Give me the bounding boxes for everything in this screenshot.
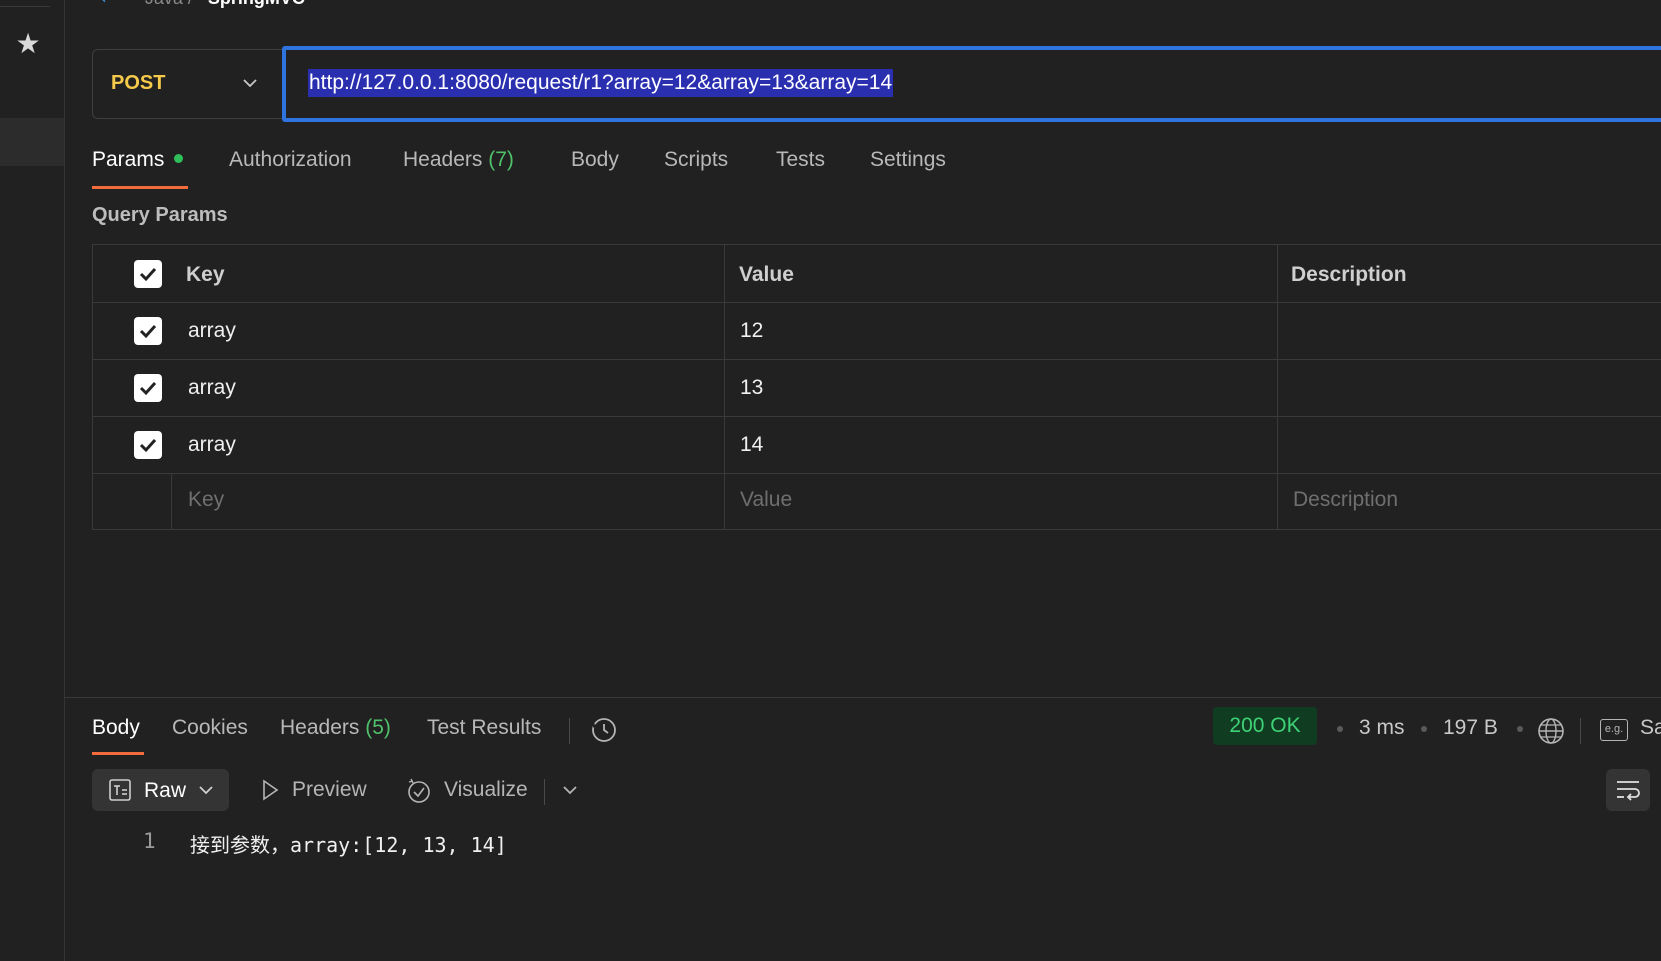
wrap-lines-button[interactable]: [1606, 769, 1650, 811]
globe-icon[interactable]: [1536, 716, 1566, 746]
param-key[interactable]: array: [188, 376, 236, 400]
url-text: http://127.0.0.1:8080/request/r1?array=1…: [308, 69, 894, 97]
save-example-icon[interactable]: e.g.: [1600, 719, 1628, 741]
column-divider: [171, 474, 172, 530]
response-divider: [64, 697, 1661, 698]
toolbar-separator: [1580, 718, 1581, 744]
wrap-lines-icon: [1617, 781, 1640, 801]
visualize-icon[interactable]: [405, 776, 433, 804]
checkmark-icon: [139, 381, 157, 396]
sidebar-active-item[interactable]: [0, 118, 64, 166]
new-value-input[interactable]: Value: [740, 488, 792, 512]
toolbar-separator: [544, 779, 545, 805]
response-tab-test-results[interactable]: Test Results: [427, 716, 541, 740]
breadcrumb: ⟵ Java / SpringMVC: [100, 0, 305, 8]
preview-button[interactable]: Preview: [292, 778, 367, 802]
sidebar-divider: [0, 0, 50, 7]
raw-text-icon: [109, 779, 131, 801]
meta-separator-dot: [1517, 726, 1523, 732]
method-select[interactable]: POST: [92, 49, 282, 119]
response-size[interactable]: 197 B: [1443, 716, 1498, 740]
response-tab-headers-count: (5): [365, 716, 391, 739]
table-divider: [92, 473, 1661, 474]
view-mode-select[interactable]: Raw: [92, 769, 229, 811]
column-divider: [724, 244, 725, 530]
row-checkbox[interactable]: [134, 317, 162, 345]
status-badge[interactable]: 200 OK: [1213, 707, 1317, 745]
checkmark-icon: [139, 324, 157, 339]
param-value[interactable]: 12: [740, 319, 763, 343]
breadcrumb-current[interactable]: SpringMVC: [208, 0, 305, 8]
play-icon[interactable]: [258, 778, 282, 802]
tab-authorization[interactable]: Authorization: [229, 148, 352, 172]
toolbar-separator: [569, 718, 570, 744]
response-body-text[interactable]: 接到参数，array:[12, 13, 14]: [190, 829, 507, 858]
meta-separator-dot: [1421, 726, 1427, 732]
meta-separator-dot: [1337, 726, 1343, 732]
save-response-button[interactable]: Sa: [1640, 716, 1661, 740]
row-checkbox[interactable]: [134, 374, 162, 402]
history-icon[interactable]: [590, 716, 618, 744]
chevron-down-icon: [243, 79, 257, 88]
active-tab-indicator: [92, 186, 188, 189]
tab-headers-count: (7): [488, 148, 514, 171]
visualize-button[interactable]: Visualize: [444, 778, 528, 802]
line-number: 1: [143, 829, 156, 853]
response-tab-headers[interactable]: Headers (5): [280, 716, 391, 740]
back-arrow-icon[interactable]: ⟵: [100, 0, 126, 8]
response-time[interactable]: 3 ms: [1359, 716, 1405, 740]
url-input[interactable]: http://127.0.0.1:8080/request/r1?array=1…: [282, 46, 1661, 122]
tab-params[interactable]: Params: [92, 148, 184, 172]
param-value[interactable]: 14: [740, 433, 763, 457]
param-key[interactable]: array: [188, 319, 236, 343]
tab-params-label: Params: [92, 148, 165, 171]
method-label: POST: [111, 72, 166, 94]
new-description-input[interactable]: Description: [1293, 488, 1398, 512]
chevron-down-icon: [199, 786, 213, 795]
row-checkbox[interactable]: [134, 431, 162, 459]
param-key[interactable]: array: [188, 433, 236, 457]
new-key-input[interactable]: Key: [188, 488, 224, 512]
param-value[interactable]: 13: [740, 376, 763, 400]
table-divider: [92, 529, 1661, 530]
table-divider: [92, 359, 1661, 360]
view-mode-label: Raw: [144, 779, 187, 802]
params-table: [92, 244, 1661, 530]
column-header-key: Key: [186, 263, 225, 286]
response-tab-body[interactable]: Body: [92, 716, 140, 740]
tab-tests[interactable]: Tests: [776, 148, 825, 172]
tab-settings[interactable]: Settings: [870, 148, 946, 172]
tab-body[interactable]: Body: [571, 148, 619, 172]
params-active-dot: [174, 153, 184, 163]
column-header-description: Description: [1291, 263, 1407, 286]
checkmark-icon: [139, 267, 157, 282]
column-divider: [1277, 244, 1278, 530]
breadcrumb-separator: /: [188, 0, 193, 8]
star-icon[interactable]: ★: [14, 30, 42, 58]
query-params-title: Query Params: [92, 204, 228, 226]
response-tab-headers-label: Headers: [280, 716, 360, 739]
tab-headers[interactable]: Headers (7): [403, 148, 514, 172]
select-all-checkbox[interactable]: [134, 260, 162, 288]
active-response-tab-indicator: [92, 752, 144, 755]
tab-scripts[interactable]: Scripts: [664, 148, 728, 172]
response-tab-cookies[interactable]: Cookies: [172, 716, 248, 740]
tab-headers-label: Headers: [403, 148, 483, 171]
checkmark-icon: [139, 438, 157, 453]
column-header-value: Value: [739, 263, 794, 286]
table-divider: [92, 416, 1661, 417]
breadcrumb-parent[interactable]: Java: [145, 0, 183, 8]
chevron-down-icon[interactable]: [560, 780, 580, 800]
table-divider: [92, 302, 1661, 303]
